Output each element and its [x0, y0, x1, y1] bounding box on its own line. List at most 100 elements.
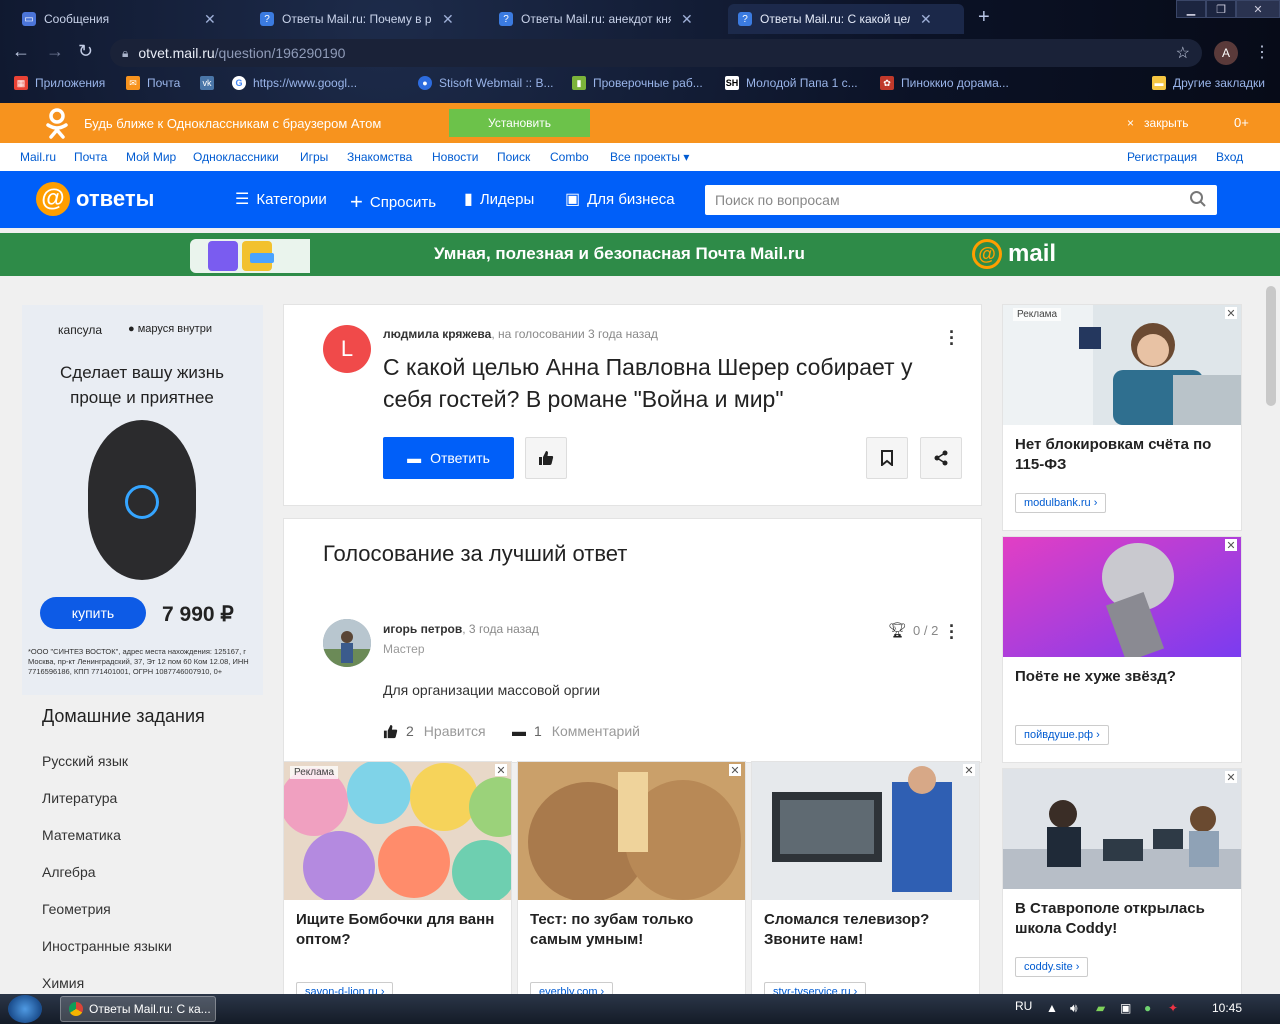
- nav-leaders[interactable]: ▮ Лидеры: [464, 189, 534, 209]
- tab-otvet-1[interactable]: ? Ответы Mail.ru: Почему в рома ✕: [250, 4, 486, 34]
- homework-link[interactable]: Химия: [42, 975, 84, 991]
- language-indicator[interactable]: RU: [1015, 999, 1032, 1013]
- ok-close-link[interactable]: × закрыть: [1127, 116, 1189, 130]
- author-avatar[interactable]: L: [323, 325, 371, 373]
- bookmark-apps[interactable]: ▦ Приложения: [14, 76, 105, 90]
- maximize-icon[interactable]: ❐: [1206, 0, 1236, 18]
- portal-link-all-projects[interactable]: Все проекты ▾: [610, 150, 689, 164]
- volume-icon[interactable]: 🔊︎: [1070, 1001, 1078, 1016]
- bookmark-mail[interactable]: ✉ Почта: [126, 76, 180, 90]
- start-button[interactable]: [8, 995, 42, 1023]
- answer-menu-icon[interactable]: · · ·: [949, 617, 955, 647]
- right-ad-coddy[interactable]: ✕ В Ставрополе открылась школа Coddy! co…: [1002, 768, 1242, 994]
- tab-otvet-active[interactable]: ? Ответы Mail.ru: С какой целью ✕: [728, 4, 964, 34]
- portal-link-myworld[interactable]: Мой Мир: [126, 150, 176, 164]
- homework-link[interactable]: Геометрия: [42, 901, 111, 917]
- bookmark-webmail[interactable]: ● Stisoft Webmail :: В...: [418, 76, 553, 90]
- close-ad-icon[interactable]: ✕: [1225, 539, 1237, 552]
- homework-link[interactable]: Алгебра: [42, 864, 96, 880]
- close-tab-icon[interactable]: ✕: [681, 11, 693, 28]
- new-tab-icon[interactable]: +: [978, 6, 990, 29]
- ad-tile[interactable]: ✕ Тест: по зубам только самым умным! eve…: [517, 761, 746, 994]
- bookmark-other[interactable]: ▬ Другие закладки: [1152, 76, 1265, 90]
- share-button[interactable]: [920, 437, 962, 479]
- comments-button[interactable]: ▬ 1 Комментарий: [512, 723, 640, 739]
- answerer-avatar[interactable]: [323, 619, 371, 667]
- minimize-icon[interactable]: ▁: [1176, 0, 1206, 18]
- clock[interactable]: 10:45: [1212, 1001, 1242, 1015]
- close-tab-icon[interactable]: ✕: [442, 11, 454, 28]
- scrollbar-thumb[interactable]: [1266, 286, 1276, 406]
- close-ad-icon[interactable]: ✕: [495, 764, 507, 777]
- homework-link[interactable]: Литература: [42, 790, 117, 806]
- page-scrollbar[interactable]: [1262, 276, 1280, 994]
- ad-tile[interactable]: Реклама ✕ Ищите Бомбочки для ванн оптом?…: [283, 761, 512, 994]
- close-ad-icon[interactable]: ✕: [1225, 307, 1237, 320]
- bookmark-pinocchio[interactable]: ✿ Пиноккио дорама...: [880, 76, 1009, 90]
- bookmark-vk[interactable]: vk: [200, 76, 221, 90]
- nav-ask[interactable]: + Спросить: [350, 189, 436, 215]
- bookmark-button[interactable]: [866, 437, 908, 479]
- right-ad-singing[interactable]: ✕ Поёте не хуже звёзд? пойвдуше.рф ›: [1002, 536, 1242, 763]
- browser-menu-icon[interactable]: ⋮: [1254, 42, 1270, 62]
- nav-business[interactable]: ▣ Для бизнеса: [565, 189, 675, 209]
- ad-domain-link[interactable]: everbly.com ›: [530, 982, 614, 994]
- nvidia-icon[interactable]: ▰: [1096, 1001, 1105, 1015]
- left-ad-capsule[interactable]: капсула ● маруся внутри Сделает вашу жиз…: [22, 305, 263, 695]
- right-ad-modulbank[interactable]: Реклама ✕ Нет блокировкам счёта по 115-Ф…: [1002, 304, 1242, 531]
- tab-otvet-2[interactable]: ? Ответы Mail.ru: анекдот князя и ✕: [489, 4, 725, 34]
- like-answer-button[interactable]: 2 Нравится: [383, 723, 486, 739]
- question-menu-icon[interactable]: · · ·: [949, 323, 955, 353]
- buy-button[interactable]: купить: [40, 597, 146, 629]
- search-icon[interactable]: [1189, 190, 1207, 208]
- network-icon[interactable]: ▣: [1120, 1001, 1131, 1015]
- answer-author[interactable]: игорь петров: [383, 622, 462, 636]
- bookmark-star-icon[interactable]: ☆: [1176, 43, 1190, 63]
- ad-domain-link[interactable]: modulbank.ru ›: [1015, 493, 1107, 513]
- close-tab-icon[interactable]: ✕: [920, 11, 932, 28]
- mail-promo-banner[interactable]: Умная, полезная и безопасная Почта Mail.…: [0, 233, 1280, 276]
- homework-link[interactable]: Математика: [42, 827, 121, 843]
- portal-link-mailru[interactable]: Mail.ru: [20, 150, 56, 164]
- close-ad-icon[interactable]: ✕: [1225, 771, 1237, 784]
- taskbar-chrome-item[interactable]: Ответы Mail.ru: С ка...: [60, 996, 216, 1022]
- forward-icon[interactable]: →: [46, 41, 64, 62]
- profile-avatar[interactable]: A: [1214, 41, 1238, 65]
- homework-link[interactable]: Русский язык: [42, 753, 128, 769]
- ad-domain-link[interactable]: coddy.site ›: [1015, 957, 1089, 977]
- portal-link-combo[interactable]: Combo: [550, 150, 589, 164]
- otvety-logo[interactable]: @ ответы: [36, 182, 154, 216]
- update-icon[interactable]: ●: [1144, 1001, 1151, 1015]
- nav-categories[interactable]: ☰ Категории: [235, 189, 327, 209]
- close-tab-icon[interactable]: ✕: [204, 11, 216, 28]
- ad-domain-link[interactable]: пойвдуше.рф ›: [1015, 725, 1109, 745]
- like-question-button[interactable]: [525, 437, 567, 479]
- homework-link[interactable]: Иностранные языки: [42, 938, 172, 954]
- portal-link-dating[interactable]: Знакомства: [347, 150, 412, 164]
- ad-tile[interactable]: ✕ Сломался телевизор? Звоните нам! stvr-…: [751, 761, 980, 994]
- bookmark-tests[interactable]: ▮ Проверочные раб...: [572, 76, 703, 90]
- bookmark-google[interactable]: G https://www.googl...: [232, 76, 357, 90]
- bookmark-papa[interactable]: SH Молодой Папа 1 с...: [725, 76, 858, 90]
- author-name[interactable]: людмила кряжева: [383, 327, 491, 341]
- answer-button[interactable]: ▬ Ответить: [383, 437, 514, 479]
- address-bar[interactable]: 🔒︎ otvet.mail.ru/question/196290190 ☆: [110, 39, 1202, 67]
- register-link[interactable]: Регистрация: [1127, 150, 1197, 164]
- install-button[interactable]: Установить: [449, 109, 590, 137]
- portal-link-news[interactable]: Новости: [432, 150, 478, 164]
- portal-link-mail[interactable]: Почта: [74, 150, 107, 164]
- question-search-input[interactable]: Поиск по вопросам: [705, 185, 1217, 215]
- tab-messages[interactable]: ▭ Сообщения ✕: [12, 4, 248, 34]
- reload-icon[interactable]: ↻: [78, 41, 93, 62]
- portal-link-games[interactable]: Игры: [300, 150, 328, 164]
- tray-arrow-icon[interactable]: ▲: [1046, 1001, 1058, 1015]
- close-ad-icon[interactable]: ✕: [729, 764, 741, 777]
- portal-link-ok[interactable]: Одноклассники: [193, 150, 279, 164]
- close-ad-icon[interactable]: ✕: [963, 764, 975, 777]
- back-icon[interactable]: ←: [12, 41, 30, 62]
- portal-link-search[interactable]: Поиск: [497, 150, 530, 164]
- close-window-icon[interactable]: ✕: [1236, 0, 1280, 18]
- login-link[interactable]: Вход: [1216, 150, 1243, 164]
- ad-domain-link[interactable]: savon-d-lion.ru ›: [296, 982, 394, 994]
- ad-domain-link[interactable]: stvr-tvservice.ru ›: [764, 982, 867, 994]
